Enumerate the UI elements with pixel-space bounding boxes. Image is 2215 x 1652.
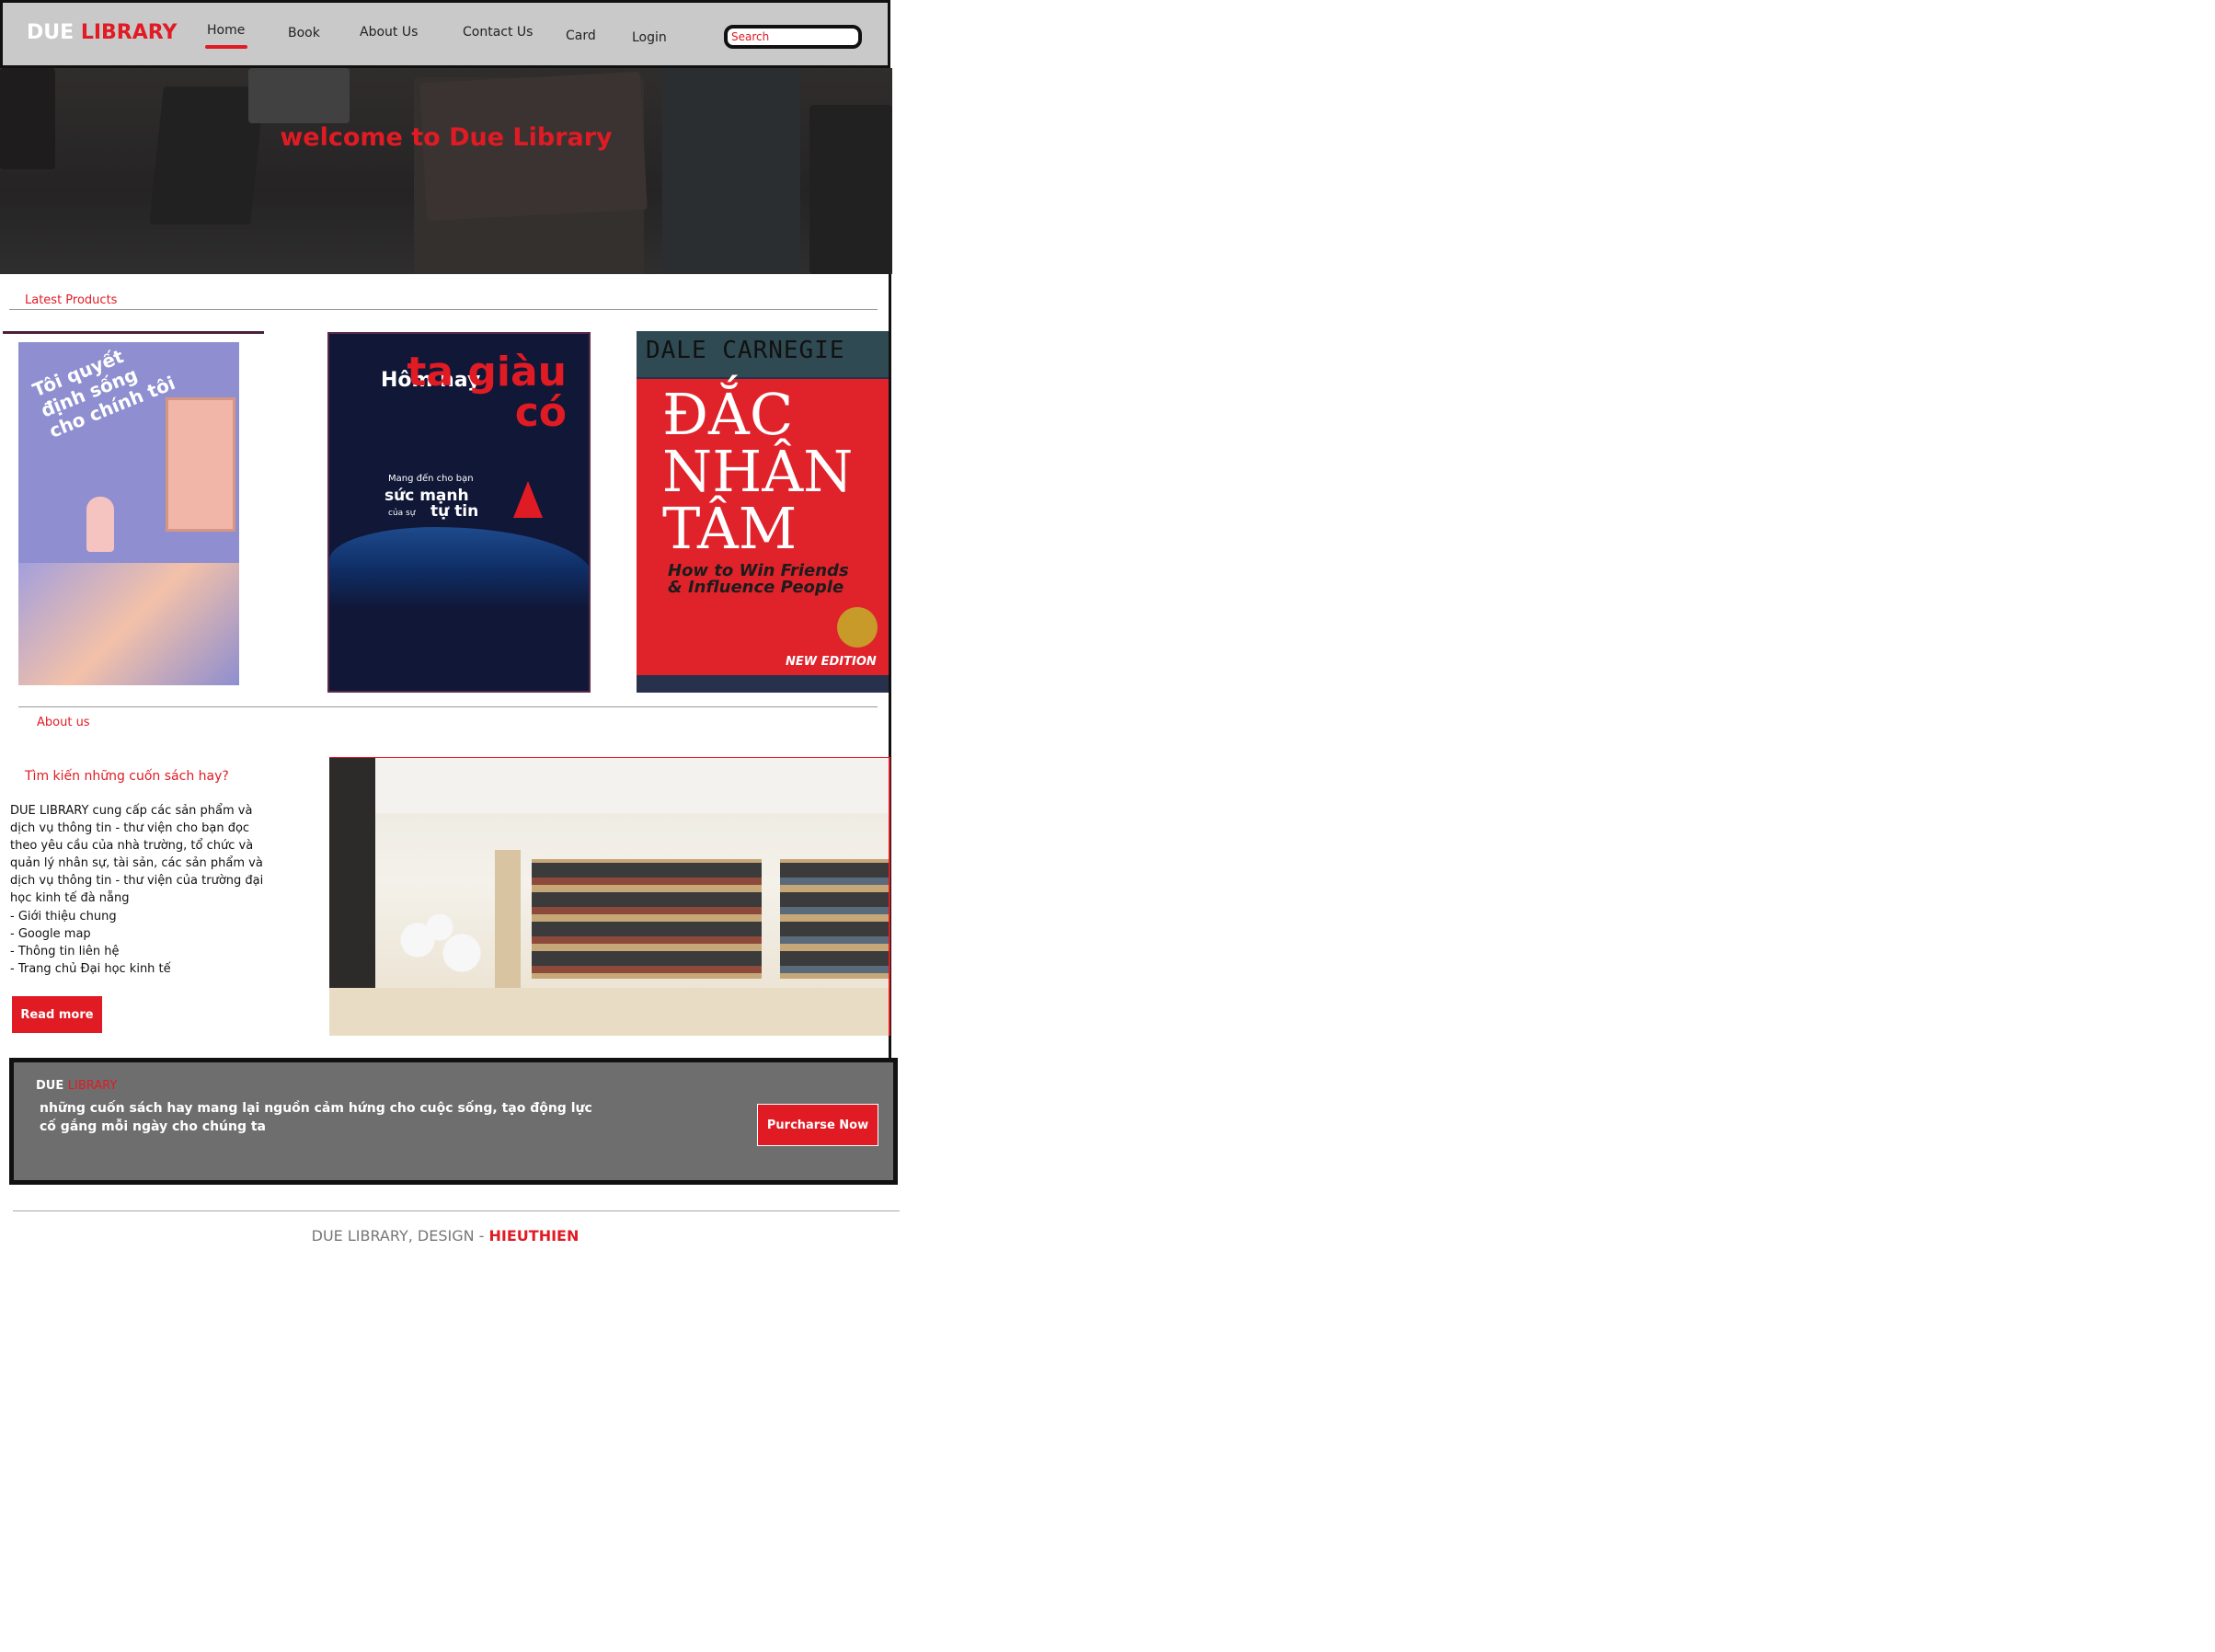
purchase-now-button[interactable]: Purcharse Now xyxy=(757,1104,878,1146)
nav-link-contact-us[interactable]: Contact Us xyxy=(463,25,533,40)
cta-brand-due: DUE xyxy=(36,1079,64,1093)
nav-link-book[interactable]: Book xyxy=(288,26,320,40)
book-title-line2: NHÂN xyxy=(662,438,854,505)
book-title-line3: TÂM xyxy=(662,495,798,562)
girl-illustration xyxy=(86,497,114,552)
brand-logo[interactable]: DUE LIBRARY xyxy=(27,21,177,44)
nav-link-about-us[interactable]: About Us xyxy=(360,25,418,40)
about-links-list: - Giới thiệu chung - Google map - Thông … xyxy=(10,908,277,978)
hero-overlay xyxy=(0,68,892,274)
nav-link-login[interactable]: Login xyxy=(632,30,667,45)
award-seal-icon xyxy=(837,607,878,648)
latest-products-heading: Latest Products xyxy=(25,293,118,307)
list-item[interactable]: - Trang chủ Đại học kinh tế xyxy=(10,960,277,978)
book-edition-badge: NEW EDITION xyxy=(786,655,877,669)
hero-title: welcome to Due Library xyxy=(280,123,613,152)
book-subtitle-4: tự tin xyxy=(430,502,479,521)
book-title-line1: ĐẮC xyxy=(662,381,794,448)
floor-illustration xyxy=(18,563,239,685)
section-divider xyxy=(18,706,878,707)
cta-text: những cuốn sách hay mang lại nguồn cảm h… xyxy=(40,1101,592,1134)
cta-banner: DUE LIBRARY những cuốn sách hay mang lại… xyxy=(9,1058,898,1185)
section-accent-line xyxy=(3,331,264,334)
bookshelf xyxy=(532,859,762,979)
footer-credit: DUE LIBRARY, DESIGN - xyxy=(311,1227,489,1245)
list-item[interactable]: - Thông tin liên hệ xyxy=(10,943,277,960)
sailboat-icon xyxy=(513,481,543,518)
cta-brand: DUE LIBRARY xyxy=(36,1079,117,1093)
library-photo xyxy=(329,757,890,1036)
footer-text: DUE LIBRARY, DESIGN - HIEUTHIEN xyxy=(0,1227,890,1245)
window-illustration xyxy=(166,397,235,532)
book-title-1: Tôi quyết định sống cho chính tôi xyxy=(29,345,178,442)
book-cover-1[interactable]: Tôi quyết định sống cho chính tôi xyxy=(18,342,239,685)
book-subtitle-3: của sự xyxy=(388,509,416,518)
right-border-line xyxy=(889,274,891,710)
list-item[interactable]: - Giới thiệu chung xyxy=(10,908,277,925)
book-cover-2[interactable]: Hôm nay ta giàu có Mang đến cho bạn sức … xyxy=(327,332,591,693)
nav-link-card[interactable]: Card xyxy=(566,29,596,43)
book-subtitle-1: Mang đến cho bạn xyxy=(388,474,474,484)
hero-banner: welcome to Due Library xyxy=(0,68,892,274)
chairs xyxy=(384,914,495,979)
brand-due: DUE xyxy=(27,21,75,44)
ceiling xyxy=(329,758,889,813)
list-item[interactable]: - Google map xyxy=(10,925,277,943)
wave-illustration xyxy=(329,527,589,610)
about-heading: About us xyxy=(37,716,90,729)
active-link-underline xyxy=(205,45,247,49)
book-author: DALE CARNEGIE xyxy=(646,337,845,364)
footer-divider xyxy=(13,1210,900,1211)
nav-link-home[interactable]: Home xyxy=(207,23,245,38)
shelf-end-panel xyxy=(495,850,521,988)
top-navbar: DUE LIBRARY Home Book About Us Contact U… xyxy=(0,0,890,68)
bookshelf xyxy=(780,859,889,979)
book-title-big: ta giàu có xyxy=(407,349,567,436)
cta-brand-library: LIBRARY xyxy=(67,1079,118,1093)
brand-library: LIBRARY xyxy=(80,21,178,44)
section-divider xyxy=(9,309,878,310)
floor xyxy=(329,988,889,1036)
book-english-title: How to Win Friends & Influence People xyxy=(668,561,849,597)
about-paragraph: DUE LIBRARY cung cấp các sản phẩm và dịc… xyxy=(10,804,264,905)
book-cover-3[interactable]: DALE CARNEGIE ĐẮC NHÂN TÂM How to Win Fr… xyxy=(637,331,889,693)
read-more-button[interactable]: Read more xyxy=(11,995,103,1034)
about-subheading: Tìm kiến những cuốn sách hay? xyxy=(25,769,229,784)
search-input[interactable] xyxy=(724,25,862,49)
footer-author: HIEUTHIEN xyxy=(488,1227,580,1245)
